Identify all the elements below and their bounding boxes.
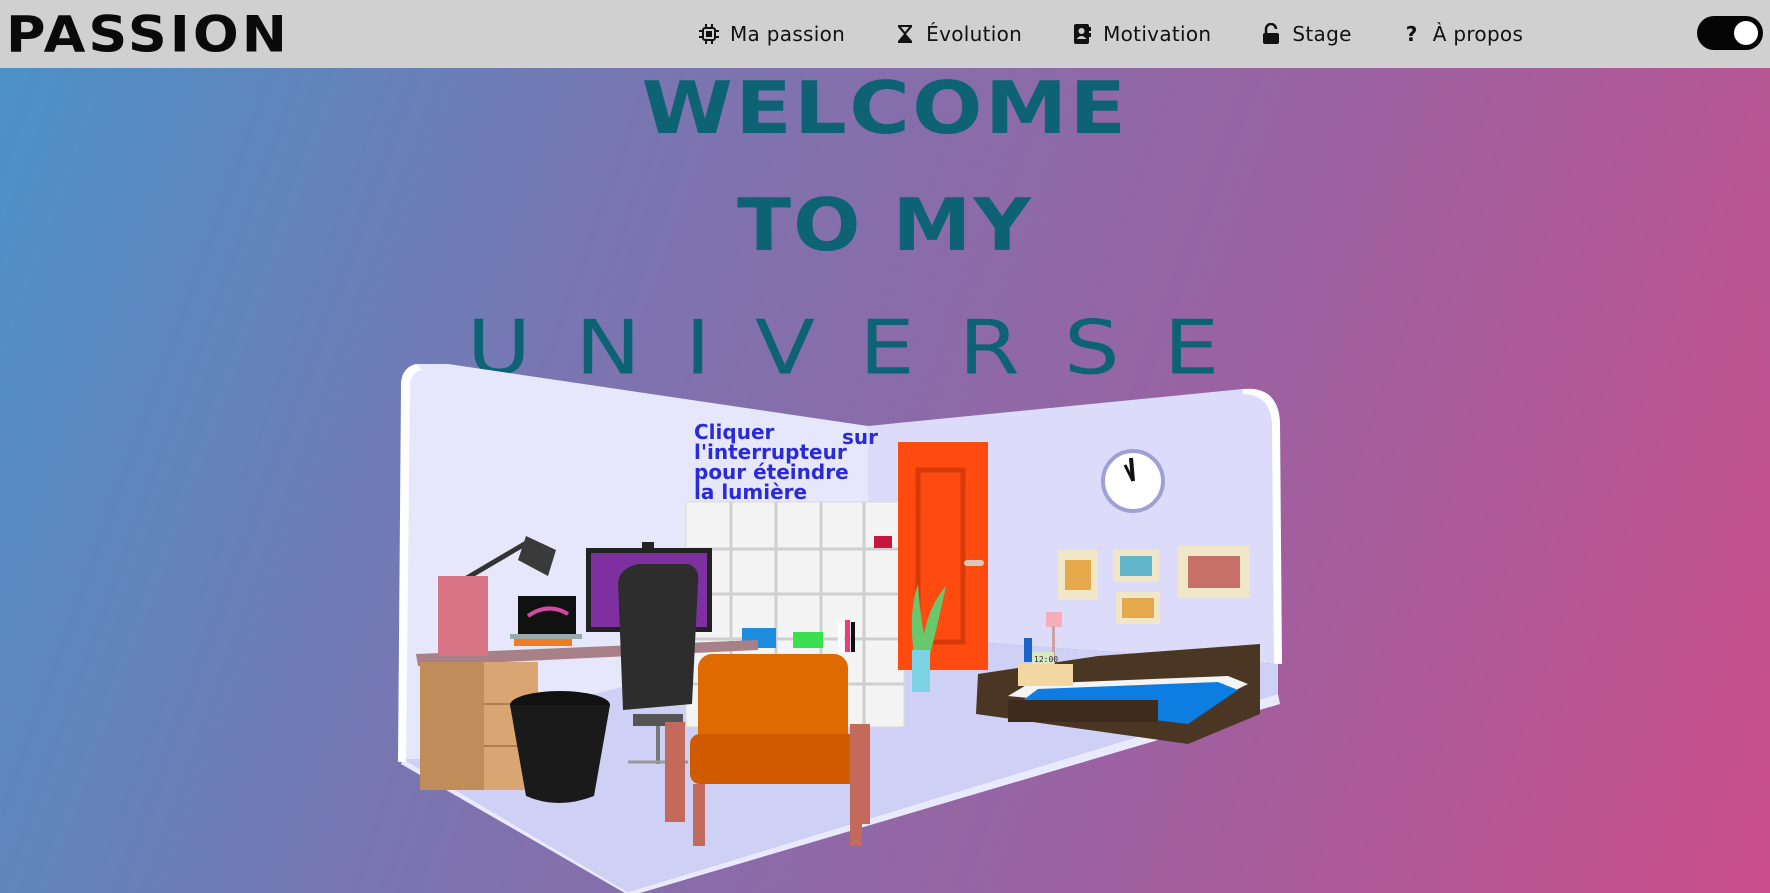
top-navbar: PASSION Ma passion Évolution Motivation …	[0, 0, 1770, 68]
unlock-icon	[1260, 23, 1282, 45]
door[interactable]	[898, 442, 988, 670]
trash-bin	[510, 691, 610, 803]
contact-book-icon	[1071, 23, 1093, 45]
theme-toggle[interactable]	[1697, 16, 1763, 50]
chip-icon	[698, 23, 720, 45]
nav-item-ma-passion[interactable]: Ma passion	[698, 22, 845, 46]
hero-title-welcome: WELCOME	[641, 66, 1129, 150]
question-icon: ?	[1405, 22, 1418, 46]
nav-item-evolution[interactable]: Évolution	[894, 22, 1022, 46]
nav-label: À propos	[1432, 22, 1524, 46]
alarm-clock-display: 12:00	[1034, 655, 1058, 664]
room-scene[interactable]: Cliquer sur l'interrupteur pour éteindre…	[398, 364, 1288, 893]
nav-item-a-propos[interactable]: ? À propos	[1401, 22, 1524, 46]
laptop	[510, 596, 582, 646]
nav-label: Ma passion	[730, 22, 846, 46]
site-logo[interactable]: PASSION	[6, 5, 290, 63]
nav-label: Évolution	[926, 22, 1023, 46]
toggle-knob	[1734, 21, 1758, 45]
hourglass-icon	[894, 23, 916, 45]
nav-item-motivation[interactable]: Motivation	[1071, 22, 1211, 46]
wall-text-line: sur	[842, 425, 878, 449]
wall-text-line: la lumière	[694, 480, 807, 504]
nav-label: Stage	[1292, 22, 1352, 46]
wall-clock-icon	[1101, 449, 1165, 513]
nav-menu: Ma passion Évolution Motivation Stage ? …	[698, 0, 1523, 68]
nav-label: Motivation	[1103, 22, 1212, 46]
hero-title-to-my: TO MY	[736, 183, 1034, 267]
nav-item-stage[interactable]: Stage	[1260, 22, 1351, 46]
